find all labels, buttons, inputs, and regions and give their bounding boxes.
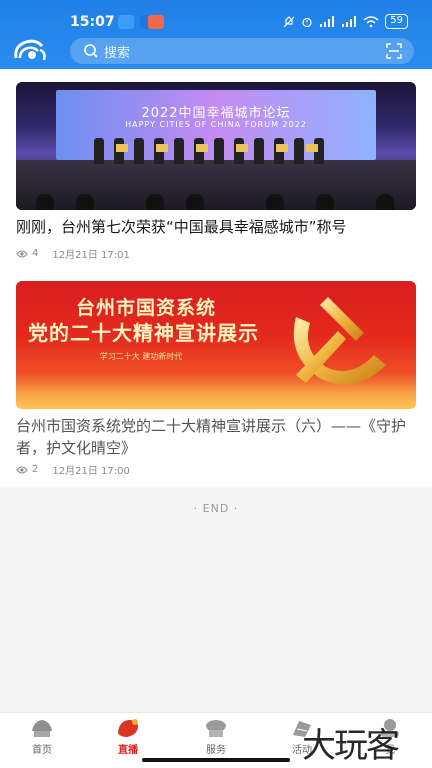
news-title[interactable]: 刚刚，台州第七次荣获“中国最具幸福感城市”称号 <box>16 216 416 238</box>
party-emblem-icon <box>293 297 386 385</box>
award-plaque <box>236 144 248 152</box>
publish-date: 12月21日 17:00 <box>52 466 130 477</box>
nav-label: 首页 <box>32 745 52 756</box>
award-plaque <box>156 144 168 152</box>
person-figure <box>214 138 224 164</box>
award-plaque <box>276 144 288 152</box>
alarm-icon <box>302 17 312 27</box>
home-indicator[interactable] <box>142 758 290 762</box>
banner-title-line2: 党的二十大精神宣讲展示 <box>28 321 259 345</box>
award-plaque <box>196 144 208 152</box>
hd-signal-icon <box>320 15 335 27</box>
audience-head <box>186 194 204 210</box>
news-meta: 2 12月21日 17:00 <box>16 462 130 477</box>
publish-date: 12月21日 17:01 <box>52 250 130 261</box>
award-plaque <box>116 144 128 152</box>
banner-slogan: 学习二十大 建功新时代 <box>99 352 183 361</box>
audience-head <box>376 194 394 210</box>
mute-icon <box>283 15 295 27</box>
audience-head <box>146 194 164 210</box>
news-meta: 4 12月21日 17:01 <box>16 246 130 261</box>
nav-item-service[interactable]: 服务 <box>186 717 246 761</box>
app-header: 15:07 59 搜索 <box>0 0 432 69</box>
news-image-forum[interactable]: 2022中国幸福城市论坛 HAPPY CITIES OF CHINA FORUM… <box>16 82 416 210</box>
battery-indicator: 59 <box>385 14 408 29</box>
news-image-banner[interactable]: 台州市国资系统 党的二十大精神宣讲展示 学习二十大 建功新时代 <box>16 281 416 409</box>
nav-item-home[interactable]: 首页 <box>12 717 72 761</box>
search-icon <box>84 44 98 58</box>
audience-head <box>316 194 334 210</box>
person-figure <box>174 138 184 164</box>
audience-head <box>36 194 54 210</box>
person-figure <box>94 138 104 164</box>
watermark-text: 大玩客 <box>302 726 400 766</box>
status-bar: 15:07 59 <box>0 0 432 32</box>
eye-icon <box>16 466 28 473</box>
view-count: 2 <box>32 464 39 475</box>
audience-head <box>76 194 94 210</box>
app-notification-icon <box>118 15 134 29</box>
forum-subtitle-text: HAPPY CITIES OF CHINA FORUM 2022 <box>125 120 307 129</box>
scan-icon[interactable] <box>386 43 402 59</box>
mail-notification-icon <box>148 15 164 29</box>
live-icon <box>118 719 138 737</box>
status-right: 59 <box>283 14 408 29</box>
view-count: 4 <box>32 248 39 259</box>
app-logo-icon[interactable] <box>12 36 48 64</box>
search-placeholder: 搜索 <box>104 45 131 61</box>
audience-head <box>266 194 284 210</box>
forum-title-text: 2022中国幸福城市论坛 <box>141 106 291 121</box>
home-icon <box>32 720 52 737</box>
person-figure <box>254 138 264 164</box>
banner-title-line1: 台州市国资系统 <box>76 297 217 319</box>
status-time: 15:07 <box>70 14 115 30</box>
eye-icon <box>16 250 28 257</box>
end-of-list-label: · END · <box>193 502 239 515</box>
service-icon <box>206 720 226 737</box>
nav-item-live[interactable]: 直播 <box>98 717 158 761</box>
signal-icon <box>342 15 357 27</box>
search-bar[interactable]: 搜索 <box>70 38 414 64</box>
news-feed: 2022中国幸福城市论坛 HAPPY CITIES OF CHINA FORUM… <box>0 69 432 487</box>
news-title[interactable]: 台州市国资系统党的二十大精神宣讲展示（六）——《守护者，护文化晴空》 <box>16 415 416 459</box>
nav-label: 直播 <box>118 745 138 756</box>
nav-label: 服务 <box>206 745 226 756</box>
person-figure <box>294 138 304 164</box>
award-plaque <box>306 144 318 152</box>
wifi-icon <box>363 15 379 27</box>
person-figure <box>134 138 144 164</box>
